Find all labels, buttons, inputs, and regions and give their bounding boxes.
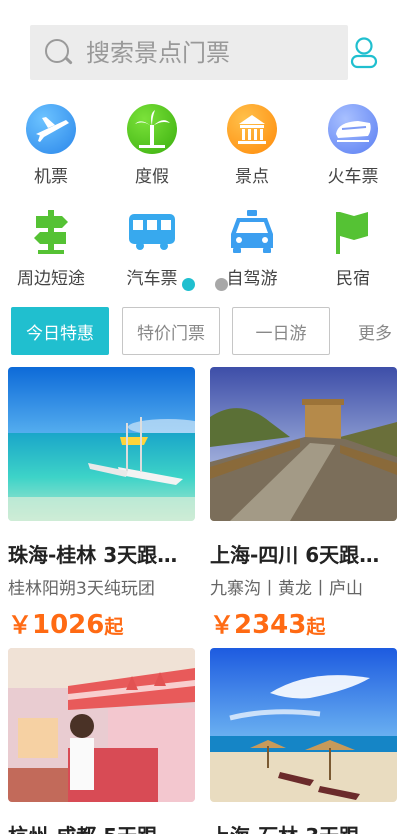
product-subtitle: 九寨沟丨黄龙丨庐山 <box>210 579 363 599</box>
tab-more[interactable]: 更多 <box>350 307 403 355</box>
price-amount: 1026 <box>32 610 105 640</box>
pager-dot[interactable] <box>215 278 228 291</box>
category-bus[interactable]: 汽车票 <box>107 206 197 289</box>
product-title: 上海-四川 6天跟团游 <box>210 543 397 567</box>
category-label: 度假 <box>135 167 169 187</box>
product-card[interactable]: 上海-石林 3天跟团游 <box>210 648 397 834</box>
category-label: 火车票 <box>327 167 379 187</box>
product-card[interactable]: 上海-四川 6天跟团游 九寨沟丨黄龙丨庐山 ￥2343起 <box>210 367 397 640</box>
temple-icon <box>227 104 277 154</box>
category-label: 周边短途 <box>17 269 85 289</box>
product-card[interactable]: 杭州-成都 5天跟团游 <box>8 648 195 834</box>
car-icon <box>227 206 277 256</box>
pager-dot-active[interactable] <box>182 278 195 291</box>
category-selfdrive[interactable]: 自驾游 <box>207 206 297 289</box>
category-flight[interactable]: 机票 <box>6 104 96 187</box>
flag-icon <box>328 206 378 256</box>
product-price: ￥2343起 <box>210 605 397 640</box>
product-subtitle: 桂林阳朔3天纯玩团 <box>8 579 155 599</box>
product-price: ￥1026起 <box>8 605 195 640</box>
price-amount: 2343 <box>234 610 307 640</box>
product-title: 上海-石林 3天跟团游 <box>210 820 397 834</box>
palm-tree-icon <box>127 104 177 154</box>
search-input[interactable] <box>86 38 336 67</box>
category-label: 民宿 <box>336 269 370 289</box>
category-vacation[interactable]: 度假 <box>107 104 197 187</box>
category-label: 机票 <box>34 167 68 187</box>
plane-icon <box>26 104 76 154</box>
search-icon <box>44 38 74 68</box>
bus-icon <box>127 206 177 256</box>
signpost-icon <box>26 206 76 256</box>
beach-boat-image <box>8 367 195 521</box>
price-suffix: 起 <box>104 616 124 638</box>
search-bar[interactable] <box>30 25 348 80</box>
user-icon[interactable] <box>350 36 378 70</box>
tab-ticket-deals[interactable]: 特价门票 <box>122 307 220 355</box>
category-homestay[interactable]: 民宿 <box>308 206 398 289</box>
beach-umbrella-image <box>210 648 397 802</box>
carousel-pager <box>182 278 228 291</box>
price-currency: ￥ <box>210 611 234 639</box>
street-shop-image <box>8 648 195 802</box>
tab-today-deals[interactable]: 今日特惠 <box>11 307 109 355</box>
price-currency: ￥ <box>8 611 32 639</box>
tab-day-tour[interactable]: 一日游 <box>232 307 330 355</box>
category-label: 景点 <box>235 167 269 187</box>
price-suffix: 起 <box>306 616 326 638</box>
train-icon <box>328 104 378 154</box>
category-train[interactable]: 火车票 <box>308 104 398 187</box>
great-wall-image <box>210 367 397 521</box>
product-card[interactable]: 珠海-桂林 3天跟团游 桂林阳朔3天纯玩团 ￥1026起 <box>8 367 195 640</box>
category-scenic[interactable]: 景点 <box>207 104 297 187</box>
product-title: 杭州-成都 5天跟团游 <box>8 820 195 834</box>
category-nearby[interactable]: 周边短途 <box>6 206 96 289</box>
product-title: 珠海-桂林 3天跟团游 <box>8 543 195 567</box>
